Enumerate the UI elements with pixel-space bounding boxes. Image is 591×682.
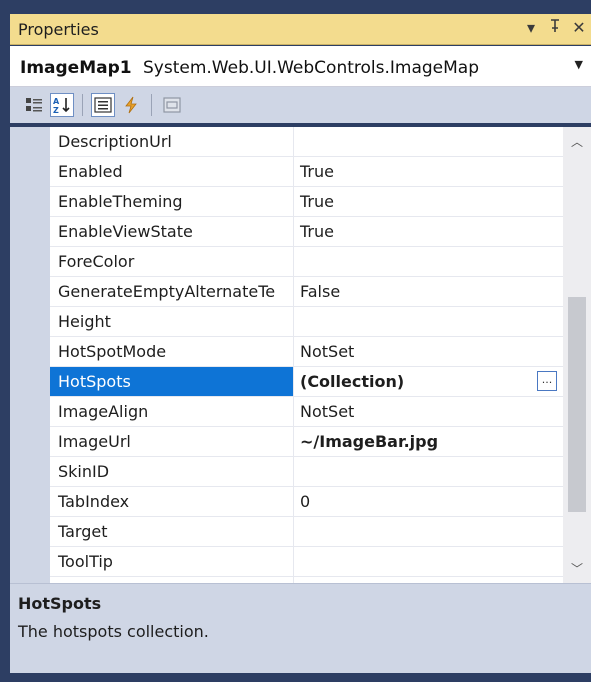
property-grid[interactable]: DescriptionUrl Enabled True EnableTheming Tr… [10, 127, 591, 583]
property-row[interactable]: ForeColor [50, 247, 563, 277]
property-name[interactable]: Enabled [50, 157, 294, 186]
property-name[interactable]: Target [50, 517, 294, 546]
property-name[interactable]: TabIndex [50, 487, 294, 516]
property-row[interactable]: SkinID [50, 457, 563, 487]
property-name[interactable]: EnableViewState [50, 217, 294, 246]
property-value[interactable]: True [295, 187, 563, 216]
property-name[interactable]: ToolTip [50, 547, 294, 576]
scrollbar-thumb[interactable] [568, 297, 586, 512]
property-name[interactable]: EnableTheming [50, 187, 294, 216]
vertical-scrollbar[interactable]: ︿ ﹀ [563, 127, 591, 583]
property-row[interactable]: ImageUrl ~/ImageBar.jpg [50, 427, 563, 457]
scroll-down-icon[interactable]: ﹀ [563, 560, 591, 577]
property-name[interactable]: HotSpotMode [50, 337, 294, 366]
description-panel: HotSpots The hotspots collection. [10, 583, 591, 673]
property-row[interactable]: EnableTheming True [50, 187, 563, 217]
property-value[interactable] [295, 457, 563, 486]
property-name[interactable]: SkinID [50, 457, 294, 486]
property-name[interactable]: ImageUrl [50, 427, 294, 456]
property-value[interactable]: ~/ImageBar.jpg [295, 427, 563, 456]
property-value[interactable] [295, 547, 563, 576]
properties-toolbar: A Z [10, 87, 591, 123]
property-value[interactable]: NotSet [295, 397, 563, 426]
object-selector[interactable]: ImageMap1 System.Web.UI.WebControls.Imag… [10, 46, 591, 87]
property-name[interactable]: GenerateEmptyAlternateTe [50, 277, 294, 306]
description-text: The hotspots collection. [18, 622, 209, 641]
property-value[interactable] [295, 127, 563, 156]
toolbar-separator [82, 94, 83, 116]
toolbar-separator [151, 94, 152, 116]
property-name[interactable]: DescriptionUrl [50, 127, 294, 156]
property-value[interactable]: True [295, 157, 563, 186]
properties-icon[interactable] [91, 93, 115, 117]
object-type: System.Web.UI.WebControls.ImageMap [143, 58, 480, 78]
property-value[interactable]: False [295, 277, 563, 306]
property-value[interactable]: True [295, 217, 563, 246]
chevron-down-icon[interactable]: ▾ [523, 18, 539, 38]
svg-text:Z: Z [53, 106, 59, 114]
property-row[interactable]: Target [50, 517, 563, 547]
property-name[interactable]: ForeColor [50, 247, 294, 276]
pin-icon[interactable] [547, 18, 563, 38]
title-controls: ▾ ✕ [523, 18, 587, 38]
property-name[interactable]: ImageAlign [50, 397, 294, 426]
dropdown-arrow-icon[interactable]: ▼ [575, 58, 583, 71]
property-row[interactable]: Height [50, 307, 563, 337]
categorized-icon[interactable] [22, 93, 46, 117]
close-icon[interactable]: ✕ [571, 18, 587, 38]
property-row[interactable]: HotSpotMode NotSet [50, 337, 563, 367]
property-rows: DescriptionUrl Enabled True EnableTheming Tr… [50, 127, 563, 583]
property-name[interactable]: Height [50, 307, 294, 336]
property-value[interactable] [295, 307, 563, 336]
property-value[interactable]: NotSet [295, 337, 563, 366]
property-row[interactable]: DescriptionUrl [50, 127, 563, 157]
ellipsis-button[interactable]: ... [537, 371, 557, 391]
property-row[interactable]: GenerateEmptyAlternateTe False [50, 277, 563, 307]
property-value[interactable]: (Collection) [295, 367, 563, 396]
property-row[interactable]: TabIndex 0 [50, 487, 563, 517]
grid-gutter [10, 127, 50, 583]
object-name: ImageMap1 [20, 58, 132, 78]
property-value[interactable] [295, 247, 563, 276]
events-icon[interactable] [119, 93, 143, 117]
property-value[interactable]: 0 [295, 487, 563, 516]
scroll-up-icon[interactable]: ︿ [563, 133, 591, 150]
description-title: HotSpots [18, 594, 102, 613]
properties-window: Properties ▾ ✕ ImageMap1 System.Web.UI.W… [0, 0, 591, 682]
svg-text:A: A [53, 97, 60, 106]
property-row[interactable]: ToolTip [50, 547, 563, 577]
property-row[interactable]: ImageAlign NotSet [50, 397, 563, 427]
property-pages-icon[interactable] [160, 93, 184, 117]
alphabetical-icon[interactable]: A Z [50, 93, 74, 117]
property-value[interactable] [295, 517, 563, 546]
property-name[interactable]: HotSpots [50, 367, 294, 396]
property-row[interactable]: Enabled True [50, 157, 563, 187]
property-row[interactable]: HotSpots (Collection)... [50, 367, 563, 397]
property-row[interactable]: EnableViewState True [50, 217, 563, 247]
title-bar[interactable]: Properties ▾ ✕ [10, 14, 591, 45]
window-title: Properties [18, 20, 99, 39]
